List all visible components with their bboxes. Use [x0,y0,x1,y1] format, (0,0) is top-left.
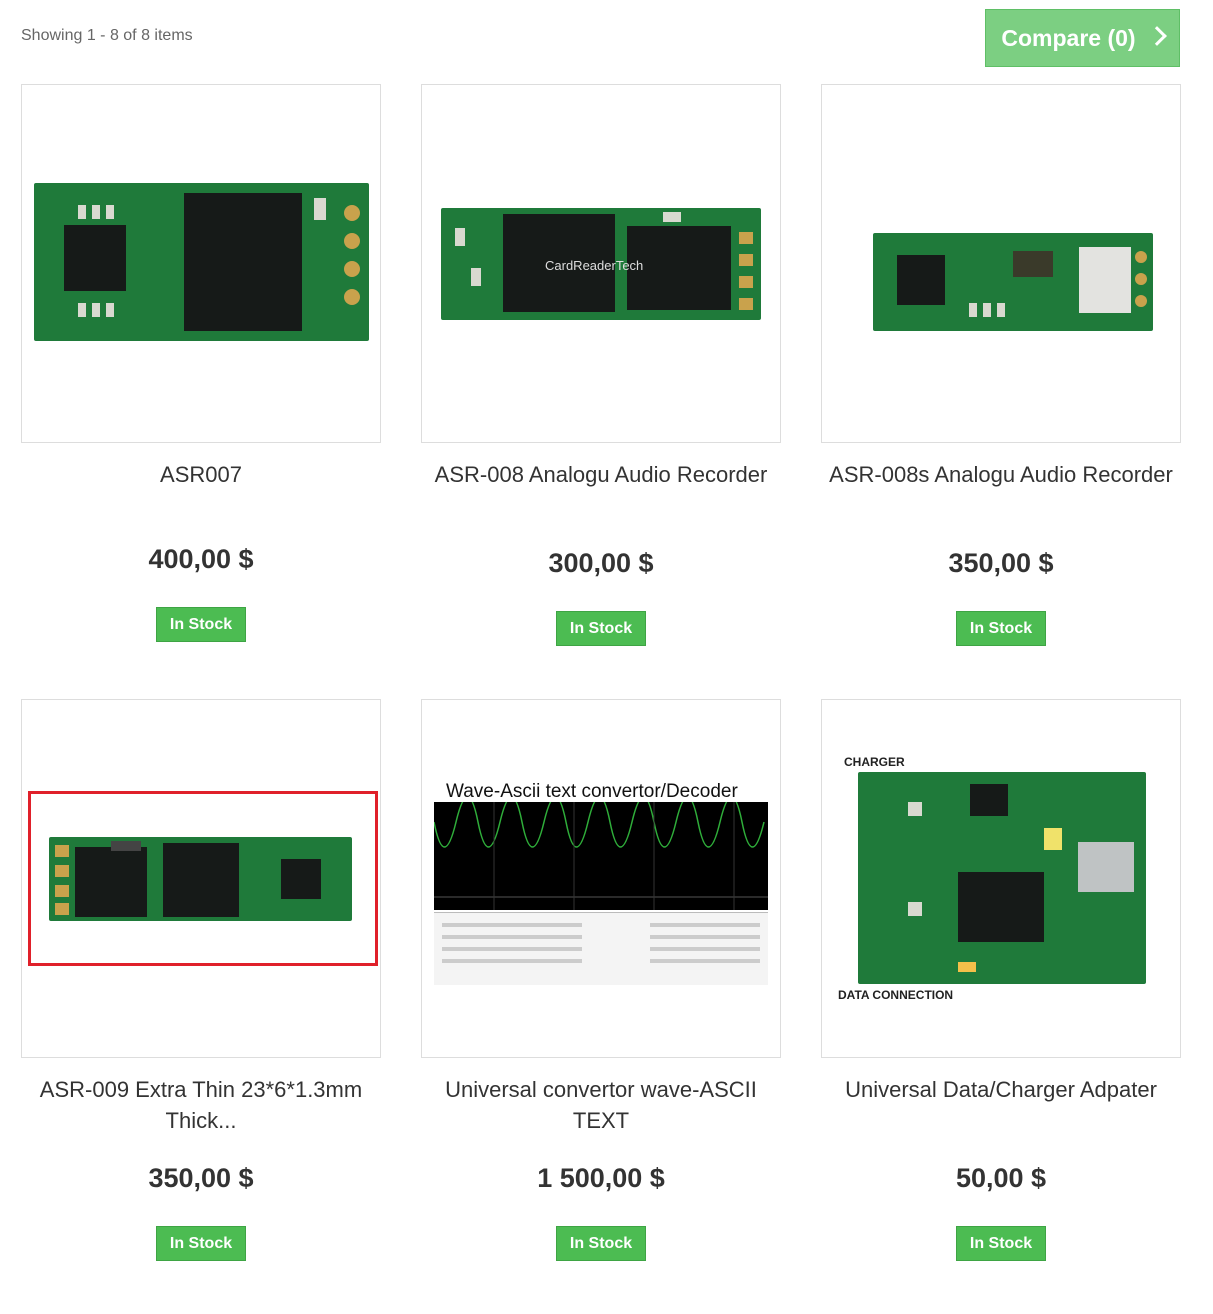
component [997,303,1005,317]
table-line [442,959,582,963]
image-title: Wave-Ascii text convertor/Decoder [446,781,738,802]
component [106,303,114,317]
component [958,962,976,972]
table-line [442,935,582,939]
chip [970,784,1008,816]
compare-label: Compare (0) [1001,24,1136,51]
solder-pad [739,254,753,266]
table-line [650,947,760,951]
chip [184,193,302,331]
product-price: 400,00 $ [148,544,254,574]
product-grid: ASR007 400,00 $ In Stock CardReaderTech … [21,84,1181,1314]
component [908,902,922,916]
component [908,802,922,816]
product-name[interactable]: Universal convertor wave-ASCII TEXT [421,1074,781,1136]
product-card: ASR-009 Extra Thin 23*6*1.3mm Thick... 3… [21,699,381,1314]
table-line [442,923,582,927]
solder-pad [739,298,753,310]
usb-connector [1078,842,1134,892]
product-price: 300,00 $ [548,548,654,578]
chip [64,225,126,291]
component [969,303,977,317]
solder-pad [1135,273,1147,285]
highlight-box [28,791,378,966]
chip-marking: CardReaderTech [545,258,644,273]
table-line [442,947,582,951]
stock-badge: In Stock [556,1226,646,1261]
component [663,212,681,222]
stock-badge: In Stock [156,1226,246,1261]
product-name[interactable]: Universal Data/Charger Adpater [821,1074,1181,1105]
product-image[interactable] [21,84,381,443]
chip [897,255,945,305]
slide-switch [1079,247,1131,313]
solder-pad [1135,295,1147,307]
product-image[interactable]: CHARGER DATA CONNECTION [821,699,1181,1058]
compare-button[interactable]: Compare (0) [985,9,1180,67]
decoder-table [434,912,768,985]
component [92,205,100,219]
image-label-top: CHARGER [844,755,905,769]
product-price: 1 500,00 $ [537,1163,665,1193]
product-name[interactable]: ASR-008s Analogu Audio Recorder [821,459,1181,490]
items-count-label: Showing 1 - 8 of 8 items [21,27,193,44]
component [314,198,326,220]
product-card: Wave-Ascii text convertor/Decoder Univer… [421,699,781,1314]
component [455,228,465,246]
product-image[interactable] [821,84,1181,443]
solder-pad [739,232,753,244]
pcb-board [858,772,1146,984]
stock-badge: In Stock [956,611,1046,646]
table-line [650,959,760,963]
product-card: CHARGER DATA CONNECTION Universal Data/C… [821,699,1181,1314]
product-price: 350,00 $ [948,548,1054,578]
product-card: ASR-008s Analogu Audio Recorder 350,00 $… [821,84,1181,699]
stock-badge: In Stock [956,1226,1046,1261]
pcb-board: CardReaderTech [441,208,761,320]
toolbar: Showing 1 - 8 of 8 items Compare (0) [0,0,1213,80]
product-price: 50,00 $ [955,1163,1047,1193]
solder-pad [344,289,360,305]
component [471,268,481,286]
stock-badge: In Stock [156,607,246,642]
oscilloscope-display [433,796,768,910]
stock-badge: In Stock [556,611,646,646]
solder-pad [344,261,360,277]
pcb-board [873,233,1153,331]
product-image[interactable] [21,699,381,1058]
solder-pad [344,205,360,221]
solder-pad [739,276,753,288]
product-card: CardReaderTech ASR-008 Analogu Audio Rec… [421,84,781,699]
component [1044,828,1062,850]
chip [958,872,1044,942]
crystal [1013,251,1053,277]
waveform-graphic [433,796,768,910]
component [92,303,100,317]
image-label-bottom: DATA CONNECTION [838,988,954,1002]
chevron-right-icon [1146,26,1167,46]
component [78,205,86,219]
product-image[interactable]: Wave-Ascii text convertor/Decoder [421,699,781,1058]
component [78,303,86,317]
pcb-board [34,183,369,341]
table-line [650,935,760,939]
product-name[interactable]: ASR-008 Analogu Audio Recorder [421,459,781,490]
component [983,303,991,317]
product-name[interactable]: ASR007 [21,459,381,490]
solder-pad [344,233,360,249]
component [106,205,114,219]
product-price: 350,00 $ [148,1163,254,1193]
solder-pad [1135,251,1147,263]
product-name[interactable]: ASR-009 Extra Thin 23*6*1.3mm Thick... [21,1074,381,1136]
product-card: ASR007 400,00 $ In Stock [21,84,381,699]
table-line [650,923,760,927]
product-image[interactable]: CardReaderTech [421,84,781,443]
